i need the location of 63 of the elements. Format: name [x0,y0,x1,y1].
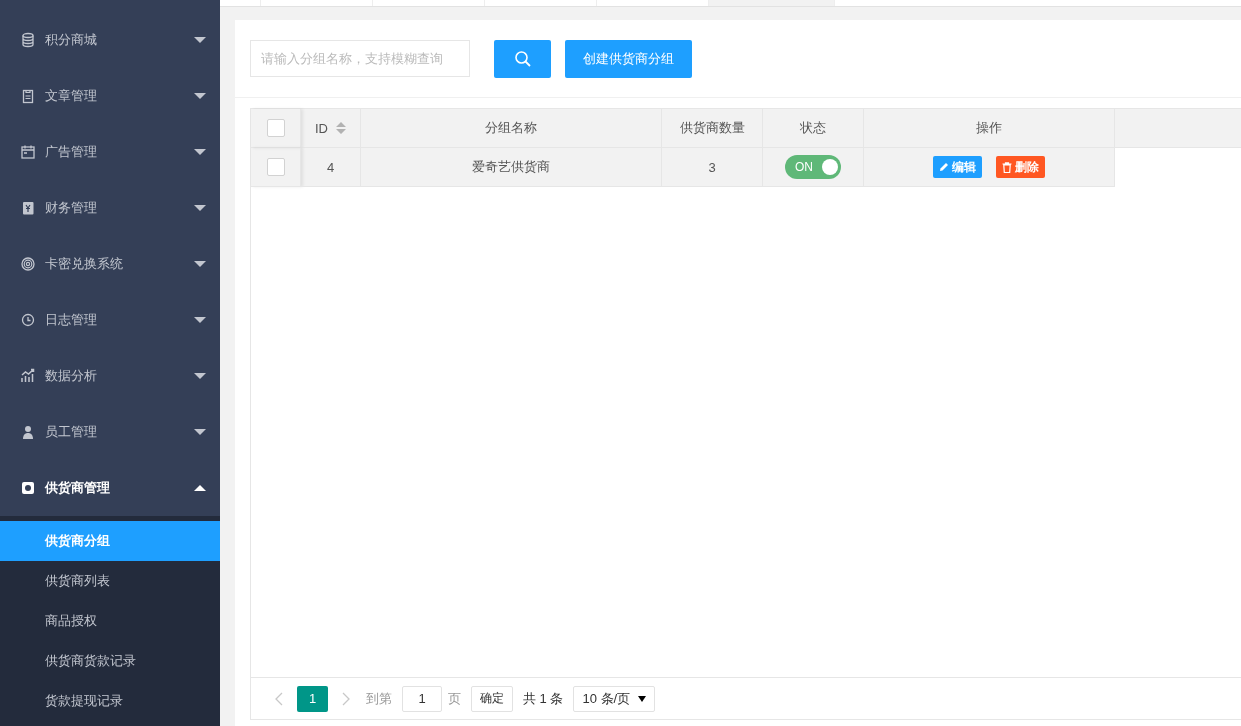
caret-icon [194,37,206,43]
table-cell: 4 [326,159,335,175]
search-button[interactable] [494,39,551,78]
column-header: 分组名称 [485,119,537,137]
column-header[interactable]: ID [315,120,328,136]
submenu-item[interactable]: 供货商列表 [0,561,220,601]
caret-icon [194,429,206,435]
caret-icon [194,205,206,211]
caret-icon [194,149,206,155]
submenu-item[interactable]: 商品授权 [0,601,220,641]
user-icon [20,424,36,440]
menu-label: 财务管理 [45,199,98,217]
sidebar-menu-item[interactable]: 积分商城 [0,12,220,68]
menu-label: 广告管理 [45,143,98,161]
calendar-icon [20,144,36,160]
table-cell: 3 [708,159,716,175]
column-header: 状态 [800,119,826,137]
menu-label: 卡密兑换系统 [45,255,124,273]
chart-icon [20,368,36,384]
menu-label: 积分商城 [45,31,98,49]
sidebar-menu-item[interactable]: 卡密兑换系统 [0,236,220,292]
menu-label: 员工管理 [45,423,98,441]
table-cell: 爱奇艺供货商 [472,158,550,176]
search-icon [513,49,532,68]
caret-icon [194,261,206,267]
caret-icon [194,373,206,379]
page-input[interactable]: 1 [402,685,442,712]
checkbox[interactable] [266,119,285,137]
menu-label: 数据分析 [45,367,98,385]
database-icon [20,32,36,48]
menu-label: 文章管理 [45,87,98,105]
submenu-item[interactable]: 货款提现记录 [0,681,220,721]
sidebar-menu-item[interactable]: 数据分析 [0,348,220,404]
search-field[interactable]: 请输入分组名称，支持模糊查询 [250,40,470,77]
sidebar-menu-item[interactable]: 广告管理 [0,124,220,180]
menu-label: 供货商管理 [45,479,111,497]
page-unit-label: 页 [448,689,461,708]
sidebar-menu-item[interactable]: 日志管理 [0,292,220,348]
sidebar-menu-item[interactable]: 财务管理 [0,180,220,236]
table-row[interactable]: 4 爱奇艺供货商 3 ON 编辑 删除 [251,148,1115,187]
ledger-icon [20,200,36,216]
goto-label: 到第 [366,689,392,708]
total-count: 共 1 条 [523,689,564,708]
page-number[interactable]: 1 [297,685,328,712]
sidebar-menu-item[interactable]: 供货商管理 [0,460,220,516]
clock-icon [20,312,36,328]
column-header: 操作 [976,119,1002,137]
caret-icon [194,93,206,99]
caret-icon [194,485,206,491]
sidebar-menu-item[interactable]: 文章管理 [0,68,220,124]
sidebar-menu-item[interactable]: 员工管理 [0,404,220,460]
column-header: 供货商数量 [679,119,745,137]
sort-icon[interactable] [336,121,346,135]
caret-icon [194,317,206,323]
confirm-button[interactable]: 确定 [471,685,513,712]
trash-icon [1002,161,1012,173]
dropdown-caret-icon [638,695,647,702]
menu-label: 日志管理 [45,311,98,329]
clipboard-icon [20,88,36,104]
submenu-item[interactable]: 供货商货款记录 [0,641,220,681]
page-size-select[interactable]: 10 条/页 [573,685,656,712]
checkbox[interactable] [266,158,285,176]
pencil-icon [939,162,949,172]
